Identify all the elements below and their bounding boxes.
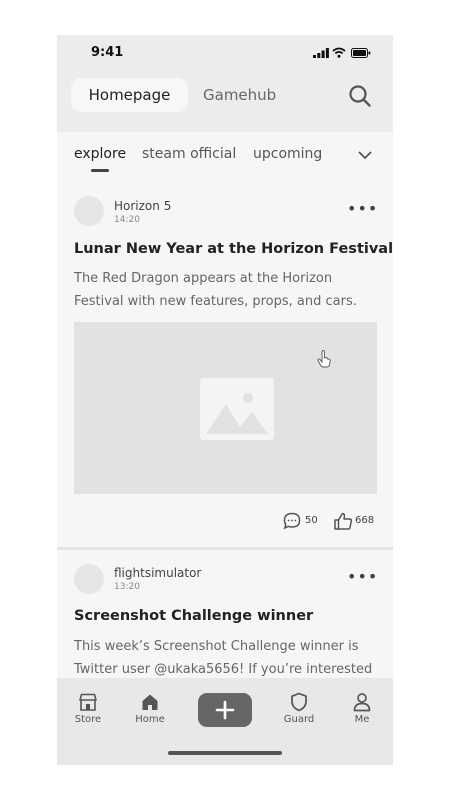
post-body: The Red Dragon appears at the Horizon Fe… [74,271,357,309]
subnav-upcoming[interactable]: upcoming [253,146,322,162]
like-count: 668 [355,515,375,526]
post-title[interactable]: Lunar New Year at the Horizon Festival [74,241,393,257]
battery-icon [351,48,371,58]
shield-icon [291,692,307,712]
store-icon [79,693,97,711]
avatar[interactable] [74,196,104,226]
nav-guard[interactable]: Guard [279,692,319,725]
status-bar: 9:41 [57,35,393,71]
create-post-button[interactable] [198,693,252,727]
status-time: 9:41 [91,45,124,60]
post-body: This week’s Screenshot Challenge winner … [74,639,373,677]
subnav-active-indicator [91,169,109,172]
signal-icon [313,48,329,58]
nav-home[interactable]: Home [130,692,170,725]
thumbs-up-icon[interactable] [333,511,353,531]
post-time: 13:20 [114,582,140,592]
post-title[interactable]: Screenshot Challenge winner [74,608,313,624]
tab-homepage[interactable]: Homepage [71,78,188,112]
nav-label: Guard [283,714,315,725]
post-divider [57,547,393,550]
comment-icon[interactable] [283,512,301,530]
feed-subnav: explore steam official upcoming [57,132,393,177]
nav-label: Me [354,714,370,725]
nav-store[interactable]: Store [68,692,108,725]
avatar[interactable] [74,564,104,594]
image-placeholder-icon [200,378,274,440]
search-icon[interactable] [347,83,373,109]
nav-label: Home [135,714,165,725]
home-icon [142,694,158,710]
user-icon [353,693,371,712]
nav-me[interactable]: Me [342,692,382,725]
home-indicator[interactable] [168,751,282,755]
nav-label: Store [74,714,102,725]
phone-screen: 9:41 Homepage Gamehub explore steam offi… [57,35,393,765]
subnav-explore[interactable]: explore [74,146,126,162]
more-options-icon[interactable]: ••• [347,567,378,586]
wifi-icon [332,47,346,58]
tab-gamehub[interactable]: Gamehub [203,78,276,112]
hand-cursor-icon [317,350,331,368]
post-author[interactable]: Horizon 5 [114,199,171,213]
more-options-icon[interactable]: ••• [347,199,378,218]
top-header: Homepage Gamehub [57,71,393,131]
subnav-steam-official[interactable]: steam official [142,146,236,162]
comment-count: 50 [305,515,318,526]
chevron-down-icon[interactable] [357,149,373,161]
bottom-nav: Store Home Guard Me [57,678,393,765]
post-author[interactable]: flightsimulator [114,566,201,580]
post-image[interactable] [74,322,377,494]
plus-icon [215,700,235,720]
feed-post[interactable]: Horizon 5 14:20 ••• Lunar New Year at th… [57,184,393,544]
post-stats: 50 668 [57,510,393,532]
post-time: 14:20 [114,215,140,225]
feed-content[interactable]: explore steam official upcoming Horizon … [57,132,393,678]
feed-post[interactable]: flightsimulator 13:20 ••• Screenshot Cha… [57,552,393,678]
